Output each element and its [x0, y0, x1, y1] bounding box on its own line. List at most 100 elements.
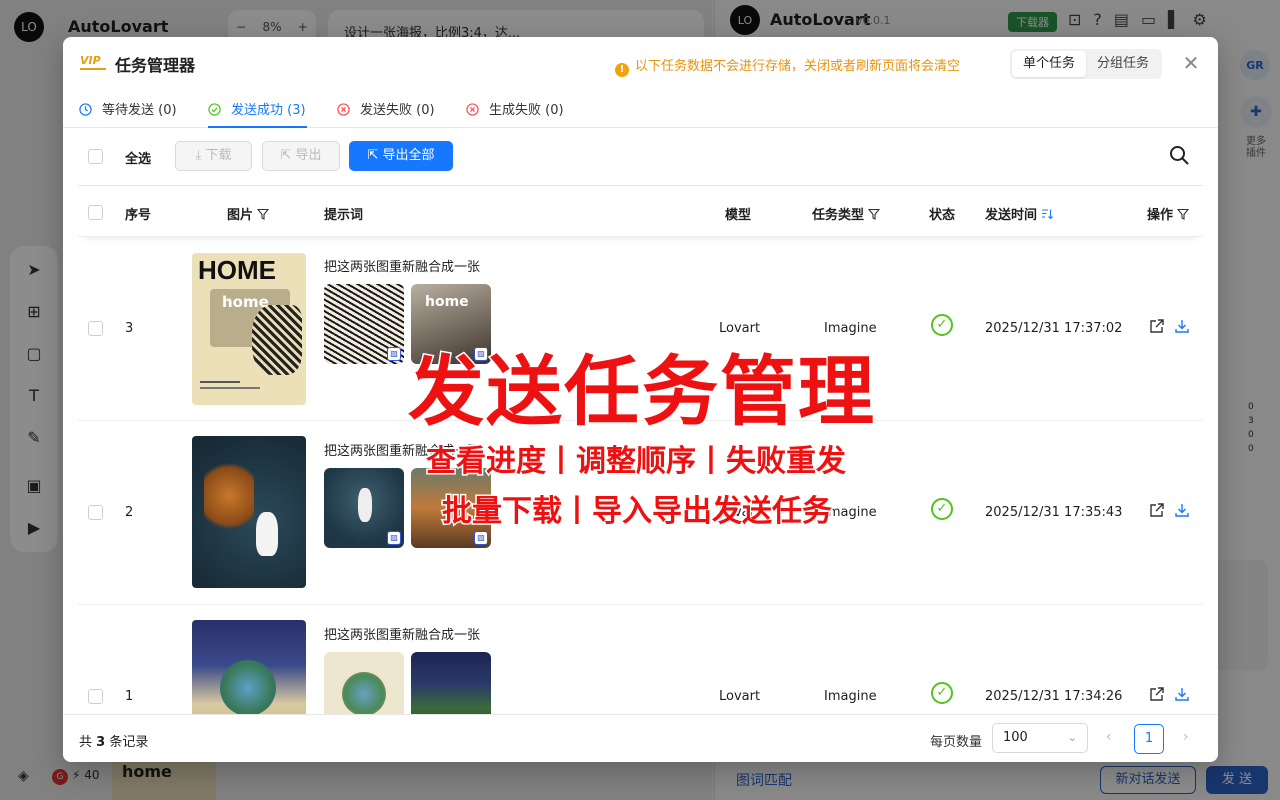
tab-send-failed-label: 发送失败 (0) — [360, 103, 435, 118]
success-check-icon: ✓ — [931, 682, 953, 704]
col-task-type: 任务类型 — [812, 204, 881, 223]
search-icon[interactable] — [1168, 144, 1190, 166]
poster-line — [200, 387, 260, 389]
chevron-down-icon: ⌄ — [1067, 731, 1077, 744]
poster-cheetah-shape — [252, 305, 302, 375]
tab-generate-failed-label: 生成失败 (0) — [489, 103, 564, 118]
image-icon: ▨ — [474, 531, 488, 545]
image-icon: ▨ — [387, 531, 401, 545]
row-checkbox[interactable] — [88, 689, 103, 704]
tab-success-label: 发送成功 (3) — [231, 103, 306, 118]
open-external-icon[interactable] — [1149, 686, 1165, 702]
download-label: 下载 — [205, 148, 232, 163]
tab-pending-label: 等待发送 (0) — [102, 103, 177, 118]
col-prompt: 提示词 — [324, 208, 364, 223]
download-button[interactable]: ⤓ 下载 — [175, 141, 252, 171]
modal-title: 任务管理器 — [115, 56, 196, 75]
status-tabs: 等待发送 (0) 发送成功 (3) 发送失败 (0) 生成失败 (0) — [63, 91, 1218, 128]
filter-icon[interactable] — [1177, 208, 1190, 220]
reference-globe-shape — [342, 672, 386, 714]
tab-pending[interactable]: 等待发送 (0) — [79, 99, 177, 118]
prev-page-icon[interactable]: ‹ — [1106, 729, 1112, 745]
close-icon[interactable]: ✕ — [1181, 53, 1201, 73]
current-page-button[interactable]: 1 — [1134, 724, 1164, 754]
result-image[interactable]: HOME home — [192, 253, 306, 405]
tab-generate-failed[interactable]: 生成失败 (0) — [466, 99, 564, 118]
task-mode-switch: 单个任务 分组任务 — [1010, 49, 1162, 79]
col-index: 序号 — [125, 208, 152, 223]
group-task-tab[interactable]: 分组任务 — [1086, 51, 1160, 77]
row-task-type: Imagine — [824, 689, 877, 704]
header-checkbox[interactable] — [88, 205, 103, 220]
poster-line — [200, 381, 240, 383]
download-icon[interactable] — [1174, 318, 1190, 334]
page-size-label: 每页数量 — [930, 735, 983, 750]
success-check-icon: ✓ — [931, 314, 953, 336]
row-send-time: 2025/12/31 17:37:02 — [985, 321, 1123, 336]
export-button[interactable]: ⇱ 导出 — [262, 141, 340, 171]
col-task-type-label: 任务类型 — [812, 208, 865, 223]
page-size-select[interactable]: 100 ⌄ — [992, 723, 1088, 753]
warning-text: 以下任务数据不会进行存储，关闭或者刷新页面将会清空 — [635, 59, 961, 74]
col-status: 状态 — [929, 208, 956, 223]
col-actions: 操作 — [1147, 204, 1190, 223]
row-checkbox[interactable] — [88, 321, 103, 336]
page-size-value: 100 — [1003, 730, 1028, 745]
total-prefix: 共 — [79, 735, 93, 750]
col-image: 图片 — [227, 204, 270, 223]
reference-image[interactable] — [411, 652, 491, 714]
total-count: 3 — [96, 735, 106, 750]
poster-headline: HOME — [198, 255, 276, 285]
reference-image[interactable]: ▨ — [324, 468, 404, 548]
row-send-time: 2025/12/31 17:34:26 — [985, 689, 1123, 704]
poster-boat-shape — [256, 512, 278, 556]
filter-icon[interactable] — [257, 208, 270, 220]
record-total: 共 3 条记录 — [79, 731, 148, 750]
row-index: 1 — [125, 689, 134, 704]
tab-send-failed[interactable]: 发送失败 (0) — [337, 99, 435, 118]
success-check-icon: ✓ — [931, 498, 953, 520]
next-page-icon[interactable]: › — [1183, 729, 1189, 745]
poster-globe-shape — [220, 660, 276, 714]
row-index: 2 — [125, 505, 134, 520]
reference-image[interactable]: ▨ — [324, 284, 404, 364]
col-actions-label: 操作 — [1147, 208, 1174, 223]
storage-warning: ! 以下任务数据不会进行存储，关闭或者刷新页面将会清空 — [615, 55, 960, 77]
export-label: 导出 — [295, 148, 322, 163]
result-image[interactable] — [192, 620, 306, 714]
table-header: 序号 图片 提示词 模型 任务类型 状态 发送时间 操作 — [78, 187, 1203, 237]
row-model: Lovart — [719, 689, 761, 704]
tab-success[interactable]: 发送成功 (3) — [208, 99, 306, 118]
image-icon: ▨ — [387, 347, 401, 361]
download-icon[interactable] — [1174, 686, 1190, 702]
x-circle-icon — [466, 103, 479, 116]
sort-icon[interactable] — [1041, 208, 1053, 220]
reference-overlay-text: home — [425, 294, 469, 310]
open-external-icon[interactable] — [1149, 502, 1165, 518]
promo-line-2: 批量下载丨导入导出发送任务 — [441, 493, 834, 531]
select-all-checkbox[interactable] — [88, 149, 103, 164]
open-external-icon[interactable] — [1149, 318, 1165, 334]
select-all-label: 全选 — [125, 152, 152, 167]
single-task-tab[interactable]: 单个任务 — [1012, 51, 1086, 77]
result-image[interactable] — [192, 436, 306, 588]
clock-icon — [79, 103, 92, 116]
col-image-label: 图片 — [227, 208, 254, 223]
table-row: 1 把这两张图重新融合成一张 Lovart Imagine ✓ 2025/12/… — [78, 605, 1203, 714]
poster-tree-shape — [204, 456, 254, 536]
reference-image[interactable] — [324, 652, 404, 714]
export-all-label: 导出全部 — [382, 148, 435, 163]
total-suffix: 条记录 — [109, 735, 149, 750]
col-send-time: 发送时间 — [985, 204, 1053, 223]
download-icon: ⤓ — [195, 148, 202, 163]
row-index: 3 — [125, 321, 134, 336]
filter-icon[interactable] — [868, 208, 881, 220]
bulk-toolbar: 全选 ⤓ 下载 ⇱ 导出 ⇱ 导出全部 — [78, 128, 1203, 186]
row-checkbox[interactable] — [88, 505, 103, 520]
col-model: 模型 — [725, 208, 752, 223]
col-send-time-label: 发送时间 — [985, 208, 1038, 223]
row-prompt: 把这两张图重新融合成一张 — [324, 628, 481, 643]
row-send-time: 2025/12/31 17:35:43 — [985, 505, 1123, 520]
export-all-button[interactable]: ⇱ 导出全部 — [349, 141, 453, 171]
download-icon[interactable] — [1174, 502, 1190, 518]
